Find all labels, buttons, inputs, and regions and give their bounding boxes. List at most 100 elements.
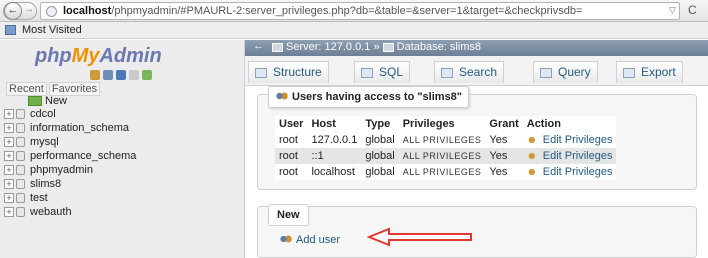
expand-icon[interactable]: + [4, 109, 14, 120]
cell-action: Edit Privileges [522, 164, 617, 180]
docs-icon[interactable] [129, 70, 139, 80]
tab-label: Search [459, 65, 498, 79]
database-icon [16, 151, 25, 162]
red-arrow-annotation-icon [367, 227, 472, 247]
tree-db-item[interactable]: + information_schema [4, 122, 129, 134]
phpmyadmin-logo[interactable]: phpMyAdmin [35, 45, 162, 68]
col-type: Type [361, 116, 399, 132]
db-label: webauth [30, 206, 72, 218]
tab-structure[interactable]: Structure [248, 61, 329, 83]
reload-nav-icon[interactable] [142, 70, 152, 80]
screenshot-root: ← → localhost/phpmyadmin/#PMAURL-2:serve… [0, 0, 708, 258]
breadcrumb-server[interactable]: Server: 127.0.0.1 [286, 41, 370, 53]
tab-search[interactable]: Search [434, 61, 505, 83]
collapse-nav-icon[interactable]: ← [253, 40, 264, 52]
expand-icon[interactable]: + [4, 137, 14, 148]
edit-icon[interactable] [526, 151, 539, 162]
bookmark-folder-icon [5, 25, 16, 35]
exit-icon[interactable] [103, 70, 113, 80]
expand-icon[interactable]: + [4, 123, 14, 134]
browser-toolbar: ← → localhost/phpmyadmin/#PMAURL-2:serve… [0, 0, 708, 22]
site-identity-icon[interactable] [46, 6, 57, 17]
tree-db-item[interactable]: + test [4, 192, 48, 204]
tree-db-item[interactable]: + phpmyadmin [4, 164, 93, 176]
address-bar[interactable]: localhost/phpmyadmin/#PMAURL-2:server_pr… [40, 2, 680, 20]
col-grant: Grant [485, 116, 523, 132]
breadcrumb-database[interactable]: Database: slims8 [397, 41, 481, 53]
tab-sql[interactable]: SQL [354, 61, 411, 83]
tree-db-item[interactable]: + cdcol [4, 108, 56, 120]
db-label: performance_schema [30, 150, 137, 162]
cell-user: root [275, 132, 308, 148]
add-user-link[interactable]: Add user [279, 234, 340, 246]
expand-icon[interactable]: + [4, 179, 14, 190]
new-user-fieldset [257, 206, 697, 258]
url-text[interactable]: localhost/phpmyadmin/#PMAURL-2:server_pr… [63, 5, 623, 17]
tree-db-item[interactable]: + slims8 [4, 178, 61, 190]
database-crumb-icon [382, 42, 394, 52]
users-legend: Users having access to "slims8" [268, 86, 470, 108]
logo-php: php [35, 45, 72, 67]
table-header-row: User Host Type Privileges Grant Action [275, 116, 617, 132]
db-label: slims8 [30, 178, 62, 190]
db-label: cdcol [30, 108, 56, 120]
nav-icon-row [90, 70, 152, 80]
tab-label: Query [558, 65, 591, 79]
cell-action: Edit Privileges [522, 148, 617, 164]
tab-label: Export [641, 65, 676, 79]
breadcrumb-bar: ← Server: 127.0.0.1 » Database: slims8 [245, 40, 708, 56]
cell-type: global [361, 148, 399, 164]
export-icon [623, 67, 635, 78]
privileges-table: User Host Type Privileges Grant Action r… [275, 116, 617, 180]
table-row: root localhost global ALL PRIVILEGES Yes… [275, 164, 617, 180]
edit-privileges-link[interactable]: Edit Privileges [543, 166, 613, 178]
forward-arrow-icon[interactable]: → [24, 4, 34, 15]
tree-new-label: New [45, 95, 68, 107]
back-arrow-icon[interactable]: ← [4, 2, 22, 20]
edit-icon[interactable] [526, 135, 539, 146]
tree-new-item[interactable]: New [28, 95, 67, 107]
edit-privileges-link[interactable]: Edit Privileges [543, 150, 613, 162]
tab-recent[interactable]: Recent [6, 82, 47, 96]
home-icon[interactable] [90, 70, 100, 80]
col-privileges: Privileges [398, 116, 486, 132]
tree-db-item[interactable]: + performance_schema [4, 150, 136, 162]
expand-icon[interactable]: + [4, 193, 14, 204]
edit-privileges-link[interactable]: Edit Privileges [543, 134, 613, 146]
table-row: root 127.0.0.1 global ALL PRIVILEGES Yes… [275, 132, 617, 148]
query-window-icon[interactable] [116, 70, 126, 80]
db-label: test [30, 192, 48, 204]
cell-grant: Yes [485, 164, 523, 180]
add-user-label: Add user [296, 234, 341, 246]
tab-query[interactable]: Query [533, 61, 598, 83]
database-icon [16, 179, 25, 190]
cell-privileges: ALL PRIVILEGES [398, 132, 486, 148]
tab-export[interactable]: Export [616, 61, 683, 83]
cell-grant: Yes [485, 132, 523, 148]
cell-type: global [361, 132, 399, 148]
tab-favorites[interactable]: Favorites [48, 82, 101, 96]
breadcrumb-separator: » [373, 41, 380, 53]
expand-icon[interactable]: + [4, 165, 14, 176]
bookmark-most-visited[interactable]: Most Visited [22, 24, 82, 36]
col-user: User [275, 116, 308, 132]
navigation-panel: phpMyAdmin Recent Favorites New + cdcol + i… [0, 40, 245, 258]
tree-db-item[interactable]: + mysql [4, 136, 59, 148]
reload-icon[interactable]: C [688, 3, 697, 17]
edit-icon[interactable] [526, 167, 539, 178]
cell-action: Edit Privileges [522, 132, 617, 148]
sql-icon [361, 67, 373, 78]
cell-host: 127.0.0.1 [307, 132, 362, 148]
new-legend: New [268, 204, 309, 226]
expand-icon[interactable]: + [4, 207, 14, 218]
tree-db-item[interactable]: + webauth [4, 206, 72, 218]
logo-my: My [71, 45, 100, 67]
db-label: information_schema [30, 122, 130, 134]
cell-host: localhost [307, 164, 362, 180]
recent-favorites-tabs: Recent Favorites [6, 82, 102, 96]
table-row: root ::1 global ALL PRIVILEGES Yes Edit … [275, 148, 617, 164]
cell-privileges: ALL PRIVILEGES [398, 164, 486, 180]
history-dropdown-icon[interactable]: ▽ [669, 5, 676, 16]
expand-icon[interactable]: + [4, 151, 14, 162]
search-icon [441, 67, 453, 78]
